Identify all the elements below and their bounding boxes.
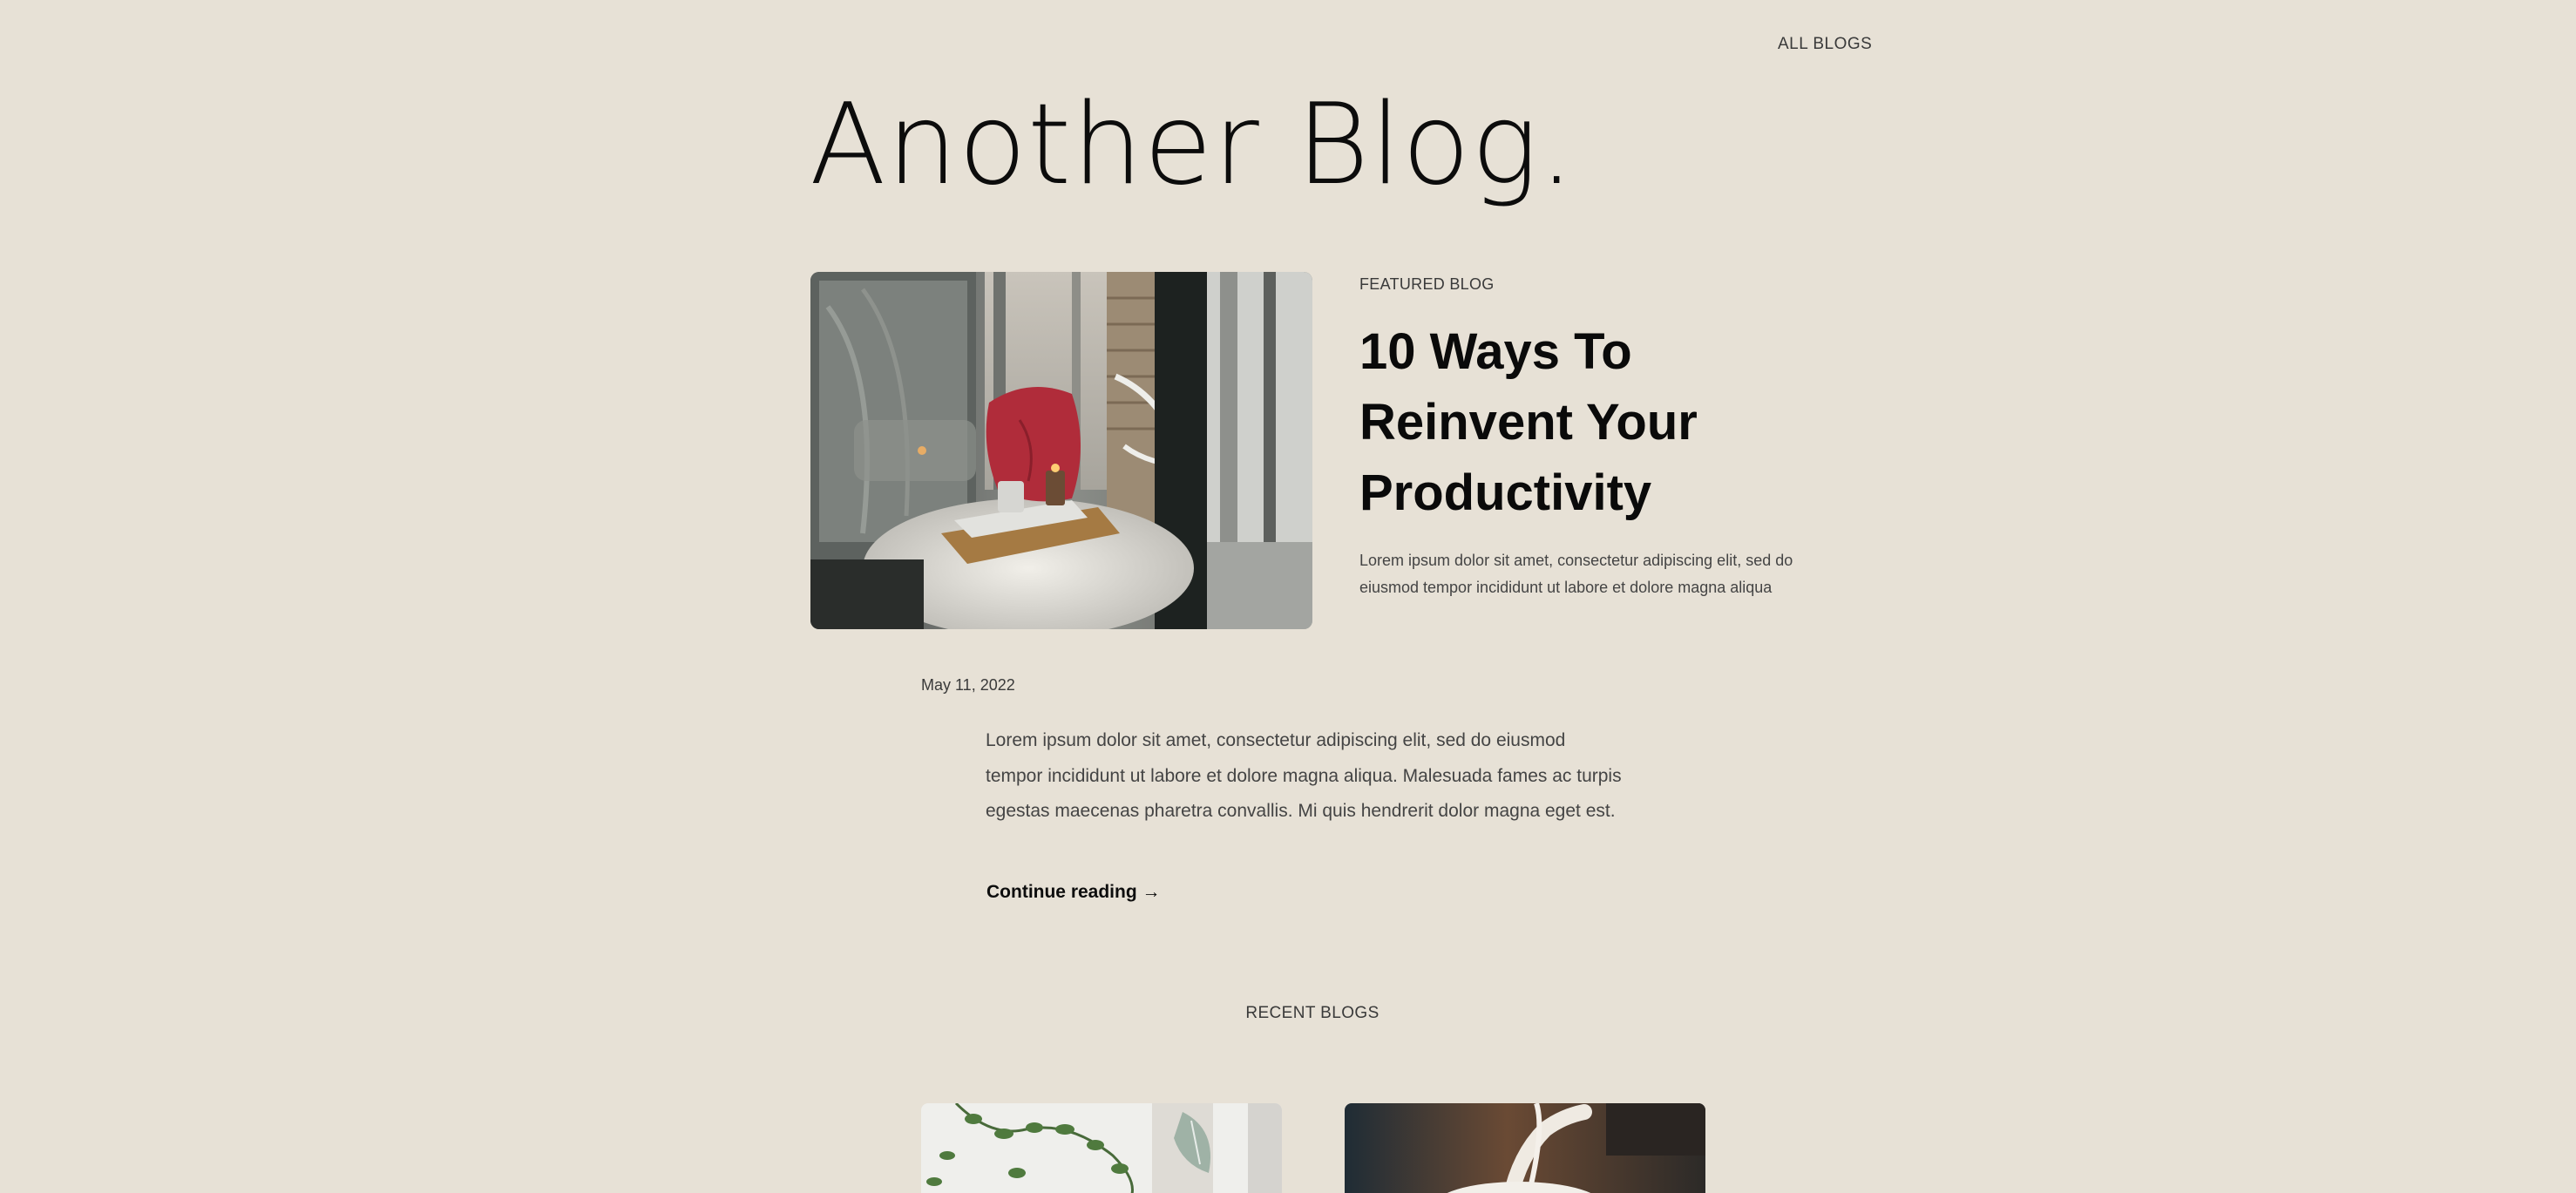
featured-blog-image[interactable] — [810, 272, 1312, 629]
recent-blog-image-plants[interactable] — [921, 1103, 1282, 1193]
featured-blog-excerpt: Lorem ipsum dolor sit amet, consectetur … — [1359, 552, 1793, 596]
featured-blog-title[interactable]: 10 Ways To Reinvent Your Productivity — [1359, 316, 1847, 528]
recent-blogs-heading: RECENT BLOGS — [1245, 1004, 1380, 1022]
blog-page: ALL BLOGS Another Blog. FEATURED BLOG 10… — [0, 0, 2576, 1193]
recent-blog-image-coffee[interactable] — [1345, 1103, 1705, 1193]
all-blogs-link[interactable]: ALL BLOGS — [1778, 35, 1872, 54]
site-title: Another Blog. — [810, 80, 1576, 210]
post-excerpt: Lorem ipsum dolor sit amet, consectetur … — [986, 730, 1622, 821]
continue-reading-link[interactable]: Continue reading → — [986, 882, 1161, 903]
post-date: May 11, 2022 — [921, 676, 1015, 694]
featured-blog-label: FEATURED BLOG — [1359, 275, 1495, 293]
